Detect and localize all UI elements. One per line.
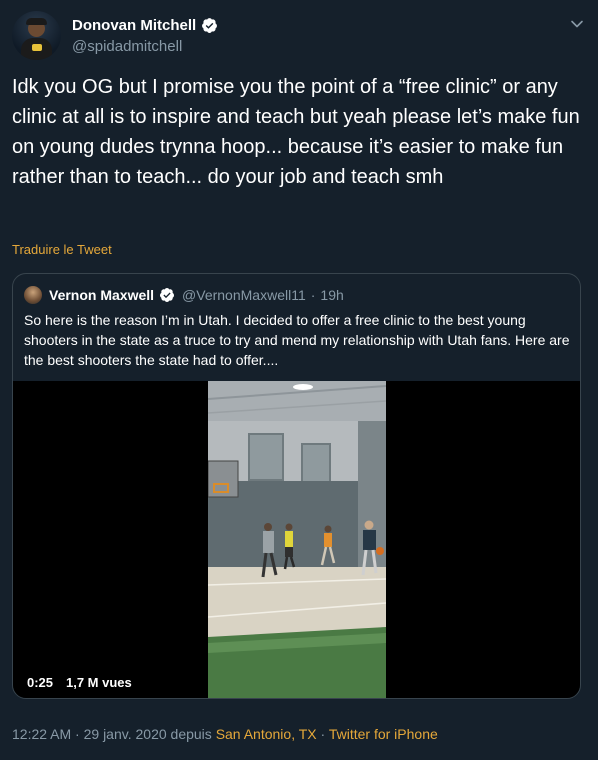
author-avatar[interactable] [12,11,61,60]
quoted-tweet-header: Vernon Maxwell @VernonMaxwell11 · 19h [24,286,344,304]
verified-badge-icon [160,288,175,302]
translate-tweet-link[interactable]: Traduire le Tweet [12,242,112,257]
video-thumbnail [208,381,386,698]
location-link[interactable]: San Antonio, TX [216,726,317,742]
video-duration-badge: 0:25 [21,673,60,693]
separator-dot: · [75,726,80,742]
tweet-date[interactable]: 29 janv. 2020 [84,726,167,742]
author-name-row: Donovan Mitchell [72,17,218,34]
quoted-author-handle: @VernonMaxwell11 [182,287,306,303]
tweet-text: Idk you OG but I promise you the point o… [12,76,580,188]
client-link[interactable]: Twitter for iPhone [329,726,438,742]
verified-badge-icon [202,18,218,33]
from-label: depuis [170,726,212,742]
author-handle[interactable]: @spidadmitchell [72,38,182,55]
separator-dot: · [320,726,326,742]
chevron-down-icon[interactable] [570,17,584,31]
quoted-author-name: Vernon Maxwell [49,287,155,303]
tweet-time[interactable]: 12:22 AM [12,726,71,742]
quoted-tweet-text: So here is the reason I’m in Utah. I dec… [24,312,570,368]
quoted-tweet[interactable]: Vernon Maxwell @VernonMaxwell11 · 19h So… [12,273,581,699]
video-player[interactable]: 0:25 1,7 M vues [13,381,580,698]
video-views-badge: 1,7 M vues [60,673,138,693]
tweet-meta: 12:22 AM · 29 janv. 2020 depuis San Anto… [12,726,438,742]
tweet-header: Donovan Mitchell @spidadmitchell [12,11,586,63]
separator-dot: · [310,287,316,303]
quoted-author-avatar [24,286,42,304]
author-name[interactable]: Donovan Mitchell [72,17,196,34]
quoted-tweet-time: 19h [320,287,344,303]
